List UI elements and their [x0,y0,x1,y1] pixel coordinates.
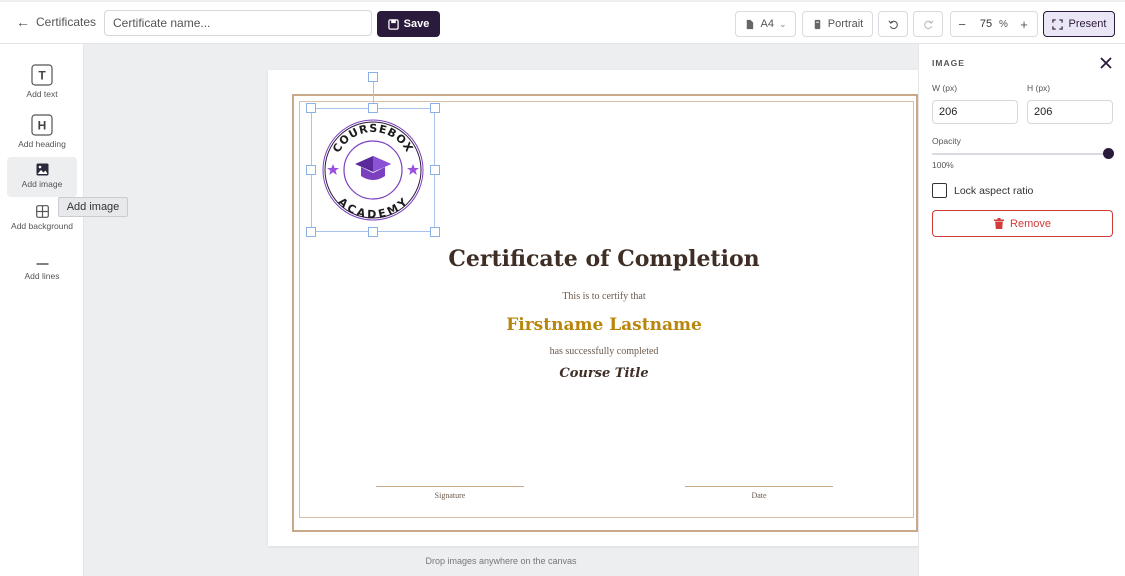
selection-box [311,108,435,232]
add-image-tool[interactable]: Add image [7,157,77,197]
width-label: W (px) [932,83,958,93]
page-size-value: A4 [760,18,774,30]
recipient-name[interactable]: Firstname Lastname [268,315,940,335]
resize-handle-e[interactable] [430,165,440,175]
add-lines-tool[interactable]: Add lines [7,260,77,281]
height-input[interactable] [1027,100,1113,124]
certificate-canvas[interactable]: COURSEBOX ACADEMY Certificate of Complet… [268,70,918,546]
opacity-label: Opacity [932,136,961,146]
zoom-value[interactable]: 75 [973,18,999,30]
remove-button[interactable]: Remove [932,210,1113,237]
lock-aspect-checkbox[interactable] [932,183,947,198]
back-to-certificates-link[interactable]: ← Certificates [16,14,96,30]
zoom-in-button[interactable]: + [1013,17,1035,32]
svg-text:T: T [38,69,46,83]
trash-icon [994,218,1005,229]
resize-handle-w[interactable] [306,165,316,175]
svg-text:H: H [38,119,47,133]
document-icon [747,19,754,29]
signature-line[interactable] [376,486,524,487]
zoom-out-button[interactable]: − [951,17,973,32]
zoom-control: − 75 % + [950,11,1038,37]
rotate-handle[interactable] [368,72,378,82]
undo-icon [887,19,898,29]
add-lines-label: Add lines [24,271,60,281]
date-line[interactable] [685,486,833,487]
add-image-label: Add image [21,179,63,189]
orientation-button[interactable]: Portrait [802,11,873,37]
chevron-down-icon: ⌄ [778,18,787,29]
page-size-dropdown[interactable]: A4 ⌄ [735,11,796,37]
certificate-title[interactable]: Certificate of Completion [268,246,940,272]
opacity-slider-thumb[interactable] [1102,148,1114,159]
add-heading-tool[interactable]: H Add heading [7,114,77,149]
add-background-label: Add background [11,221,73,231]
add-text-label: Add text [26,89,58,99]
add-heading-label: Add heading [18,139,66,149]
redo-icon [923,19,934,29]
undo-button[interactable] [878,11,908,37]
signature-label[interactable]: Signature [376,491,524,500]
image-properties-panel: IMAGE W (px) H (px) Opacity 100% Lock as… [918,44,1125,576]
top-toolbar: ← Certificates Save A4 ⌄ Portrait − 75 %… [0,0,1125,44]
width-input[interactable] [932,100,1018,124]
certificate-name-input[interactable] [104,10,372,36]
resize-handle-n[interactable] [368,103,378,113]
heading-icon: H [31,114,53,136]
text-icon: T [31,64,53,86]
resize-handle-sw[interactable] [306,227,316,237]
present-label: Present [1068,18,1107,30]
course-title[interactable]: Course Title [268,366,940,381]
completion-text[interactable]: has successfully completed [268,346,940,357]
resize-handle-s[interactable] [368,227,378,237]
arrow-left-icon: ← [16,14,30,30]
lock-aspect-label[interactable]: Lock aspect ratio [954,185,1033,197]
grid-icon [35,205,49,218]
opacity-value: 100% [932,160,954,170]
opacity-slider-track[interactable] [932,153,1108,155]
resize-handle-nw[interactable] [306,103,316,113]
save-icon [387,18,399,30]
line-icon [36,263,48,265]
back-label: Certificates [36,15,97,29]
remove-label: Remove [1010,217,1051,230]
height-label: H (px) [1027,83,1051,93]
present-button[interactable]: Present [1043,11,1115,37]
zoom-unit: % [999,18,1008,30]
save-button[interactable]: Save [377,11,440,37]
fullscreen-icon [1051,18,1063,30]
add-image-tooltip: Add image [58,197,128,217]
save-label: Save [403,18,430,30]
date-label[interactable]: Date [685,491,833,500]
close-icon[interactable] [1099,56,1113,70]
certificate-subtitle[interactable]: This is to certify that [268,291,940,302]
resize-handle-se[interactable] [430,227,440,237]
left-toolbar: T Add text H Add heading Add image Add b… [0,44,84,576]
opacity-slider-fill [932,153,1108,155]
panel-title: IMAGE [932,58,965,68]
orientation-label: Portrait [827,18,864,30]
redo-button[interactable] [913,11,943,37]
image-icon [36,163,48,176]
portrait-icon [814,19,821,29]
resize-handle-ne[interactable] [430,103,440,113]
add-text-tool[interactable]: T Add text [7,64,77,99]
